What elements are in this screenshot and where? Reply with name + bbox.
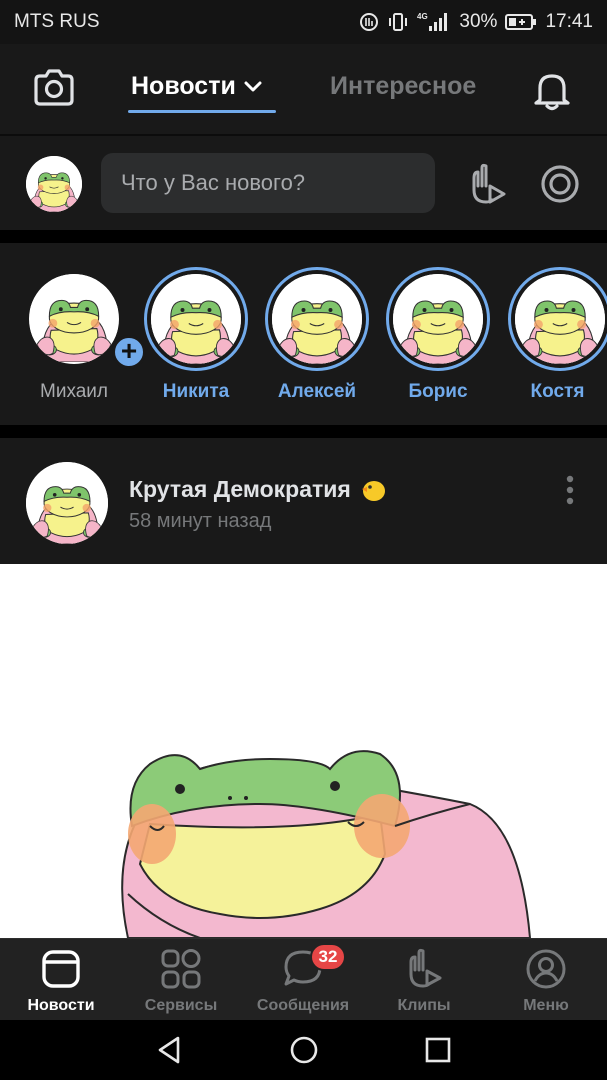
tab-active-indicator [128, 110, 276, 113]
tab-interesting[interactable]: Интересное [330, 72, 476, 101]
tabbar-item-menu[interactable]: Меню [491, 947, 601, 1015]
story-avatar [272, 274, 362, 364]
status-bar: MTS RUS 4G 30% 17:41 [0, 0, 607, 44]
frog-illustration [0, 564, 607, 938]
tabbar-label: Меню [523, 997, 569, 1014]
tabbar-item-news[interactable]: Новости [6, 947, 116, 1015]
tabbar-label: Сообщения [256, 997, 350, 1014]
clips-icon [409, 948, 442, 988]
compose-input[interactable]: Что у Вас нового? [101, 153, 435, 213]
story-ring [508, 267, 607, 371]
services-icon [161, 949, 201, 989]
story-item[interactable]: Костя [508, 267, 607, 403]
story-camera-icon[interactable] [538, 162, 582, 206]
story-avatar [151, 274, 241, 364]
clips-icon[interactable] [464, 162, 510, 208]
tabbar-item-services[interactable]: Сервисы [126, 947, 236, 1015]
story-ring [386, 267, 490, 371]
story-item[interactable]: Борис [386, 267, 490, 403]
tabbar-label: Сервисы [144, 997, 218, 1014]
battery-icon [505, 13, 537, 31]
story-name: Костя [530, 381, 585, 402]
story-item[interactable]: Алексей [265, 267, 369, 403]
home-icon[interactable] [288, 1034, 320, 1066]
add-story-plus-icon[interactable]: + [112, 335, 146, 369]
profile-icon [526, 949, 566, 989]
post-time: 58 минут назад [129, 510, 272, 532]
story-item[interactable]: Никита [144, 267, 248, 403]
network-type: 4G [417, 12, 428, 21]
stories-bar: + Михаил Никита Алексей Борис Костя [0, 243, 607, 425]
post-author[interactable]: Крутая Демократия [129, 476, 387, 503]
news-icon [42, 950, 80, 988]
avatar[interactable] [26, 156, 82, 212]
tab-news-label: Новости [131, 72, 236, 100]
tabbar-item-messages[interactable]: 32 Сообщения [248, 943, 358, 1015]
system-nav-bar [0, 1020, 607, 1080]
tabbar-label: Новости [27, 997, 95, 1014]
status-icons: 4G 30% 17:41 [359, 11, 593, 33]
post-header: Крутая Демократия 58 минут назад [0, 438, 607, 564]
carrier-name: MTS RUS [14, 11, 100, 32]
story-avatar [393, 274, 483, 364]
battery-percent: 30% [459, 11, 498, 32]
post-author-avatar[interactable] [26, 462, 108, 544]
story-ring [144, 267, 248, 371]
bottom-tab-bar: Новости Сервисы 32 Сообщения Клипы Меню [0, 938, 607, 1020]
compose-block: Что у Вас нового? [0, 134, 607, 230]
story-name: Борис [408, 381, 468, 402]
top-header: Новости Интересное [0, 44, 607, 134]
recents-icon[interactable] [422, 1034, 454, 1066]
chevron-down-icon [244, 81, 262, 91]
tabbar-label: Клипы [397, 997, 451, 1014]
data-saver-icon [359, 12, 379, 32]
more-options-icon[interactable] [556, 472, 584, 508]
story-ring [265, 267, 369, 371]
story-item-own[interactable]: + Михаил [22, 267, 146, 403]
story-name: Алексей [277, 381, 357, 402]
vibrate-icon [387, 12, 409, 32]
signal-icon: 4G [417, 11, 451, 33]
story-avatar [515, 274, 605, 364]
unread-badge: 32 [310, 943, 346, 971]
back-icon[interactable] [154, 1034, 186, 1066]
clock: 17:41 [545, 11, 593, 32]
story-avatar [29, 274, 119, 364]
bell-icon[interactable] [528, 68, 576, 112]
camera-icon[interactable] [30, 68, 78, 108]
post-image[interactable] [0, 564, 607, 938]
tab-news[interactable]: Новости [131, 72, 262, 101]
chick-emoji-icon [361, 480, 385, 501]
story-name: Никита [162, 381, 230, 402]
post-author-name: Крутая Демократия [129, 476, 351, 502]
story-ring [22, 267, 126, 371]
tabbar-item-clips[interactable]: Клипы [369, 947, 479, 1015]
story-name: Михаил [40, 381, 108, 402]
